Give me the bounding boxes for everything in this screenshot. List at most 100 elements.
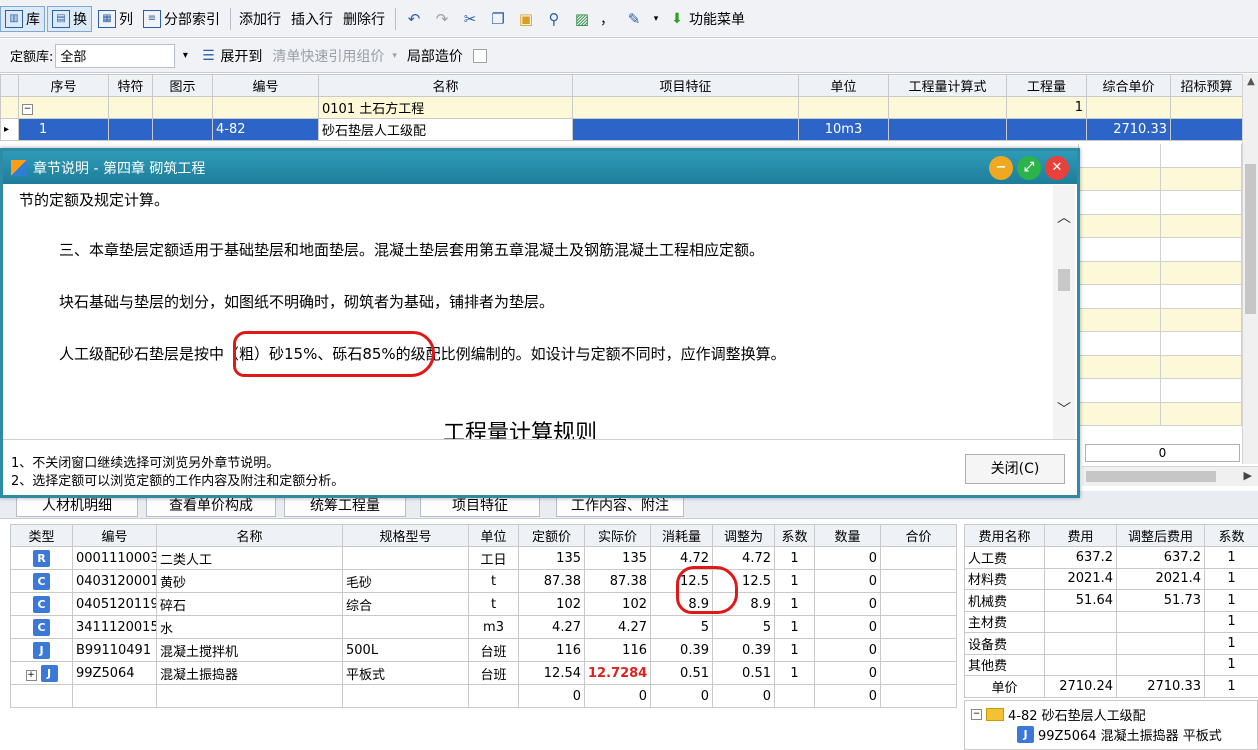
flag-cell[interactable]	[108, 118, 153, 141]
name-cell[interactable]: 混凝土振捣器	[156, 661, 343, 685]
table-row[interactable]: 人工费 637.2 637.2 1	[964, 546, 1258, 569]
consumption-cell[interactable]: 5	[650, 615, 713, 639]
minimize-icon[interactable]: −	[989, 156, 1013, 180]
column-button[interactable]: ▦ 列	[94, 6, 137, 32]
grid-horizontal-scrollbar[interactable]: ▶	[1082, 466, 1258, 486]
adjusted-fee-cell[interactable]: 2710.33	[1116, 675, 1205, 698]
tab-unit-price[interactable]: 查看单价构成	[146, 495, 276, 517]
table-row[interactable]: C 3411120015 水 m3 4.27 4.27 5 5 1 0	[10, 615, 957, 639]
header-cell[interactable]: 单位	[798, 74, 889, 97]
header-cell[interactable]: 系数	[1204, 524, 1258, 547]
coefficient-cell[interactable]: 1	[1204, 546, 1258, 569]
amount-cell[interactable]: 0	[814, 661, 881, 685]
total-price-cell[interactable]	[880, 684, 957, 708]
redo-icon[interactable]: ↷	[431, 8, 453, 30]
table-row[interactable]: + J 99Z5064 混凝土振捣器 平板式 台班 12.54 12.7284 0…	[10, 661, 957, 685]
expand-to-button[interactable]: ☰ 展开到	[195, 43, 266, 69]
header-cell[interactable]: 序号	[18, 74, 109, 97]
name-cell[interactable]: 碎石	[156, 592, 343, 616]
quick-reference-button[interactable]: 清单快速引用组价 ▾	[268, 43, 401, 69]
unit-cell[interactable]: 台班	[468, 638, 519, 662]
header-cell[interactable]: 名称	[318, 74, 573, 97]
quantity-cell[interactable]: 1	[1006, 96, 1087, 119]
coefficient-cell[interactable]: 1	[774, 615, 815, 639]
dialog-title-bar[interactable]: 章节说明 - 第四章 砌筑工程 − ⤢ ✕	[3, 151, 1077, 184]
code-cell[interactable]: B99110491	[72, 638, 157, 662]
table-row[interactable]: R 0001110003 二类人工 工日 135 135 4.72 4.72 1…	[10, 546, 957, 570]
header-cell[interactable]: 调整为	[712, 524, 775, 547]
quota-price-cell[interactable]: 116	[518, 638, 585, 662]
function-menu-button[interactable]: ⬇ 功能菜单	[664, 6, 749, 32]
name-cell[interactable]: 混凝土搅拌机	[156, 638, 343, 662]
name-cell[interactable]	[156, 684, 343, 708]
adjusted-fee-cell[interactable]	[1116, 653, 1205, 676]
header-cell[interactable]: 编号	[212, 74, 319, 97]
collapse-icon[interactable]: −	[22, 104, 33, 115]
coefficient-cell[interactable]: 1	[774, 661, 815, 685]
code-cell[interactable]	[212, 96, 319, 119]
quota-price-cell[interactable]: 0	[518, 684, 585, 708]
total-price-cell[interactable]	[880, 615, 957, 639]
header-cell[interactable]: 费用	[1044, 524, 1117, 547]
fee-cell[interactable]	[1044, 632, 1117, 655]
tab-features[interactable]: 项目特征	[420, 495, 540, 517]
adjusted-fee-cell[interactable]: 2021.4	[1116, 567, 1205, 590]
coefficient-cell[interactable]	[774, 684, 815, 708]
quota-price-cell[interactable]: 12.54	[518, 661, 585, 685]
name-cell[interactable]: 二类人工	[156, 546, 343, 570]
code-cell[interactable]: 0403120001	[72, 569, 157, 593]
table-row[interactable]: 其他费 1	[964, 653, 1258, 676]
maximize-icon[interactable]: ⤢	[1017, 156, 1041, 180]
feature-cell[interactable]	[572, 96, 799, 119]
chevron-down-icon[interactable]: ▾	[651, 8, 661, 30]
total-price-cell[interactable]	[880, 546, 957, 570]
table-row[interactable]: 机械费 51.64 51.73 1	[964, 589, 1258, 612]
adjusted-cell[interactable]: 0.39	[712, 638, 775, 662]
quota-price-cell[interactable]: 135	[518, 546, 585, 570]
unit-cell[interactable]: 工日	[468, 546, 519, 570]
copy-icon[interactable]: ❐	[487, 8, 509, 30]
formula-cell[interactable]	[888, 118, 1007, 141]
header-cell[interactable]: 单位	[468, 524, 519, 547]
code-cell[interactable]: 4-82	[212, 118, 319, 141]
header-cell[interactable]: 特符	[108, 74, 153, 97]
header-cell[interactable]: 合价	[880, 524, 957, 547]
excel-icon[interactable]: ▨	[571, 8, 593, 30]
table-row[interactable]	[1078, 332, 1242, 356]
amount-cell[interactable]: 0	[814, 592, 881, 616]
table-row[interactable]: 主材费 1	[964, 610, 1258, 633]
chevron-up-icon[interactable]: ︿	[1053, 207, 1075, 227]
coefficient-cell[interactable]: 1	[774, 569, 815, 593]
library-button[interactable]: ▥ 库	[0, 5, 45, 32]
spec-cell[interactable]: 500L	[342, 638, 469, 662]
spec-cell[interactable]: 综合	[342, 592, 469, 616]
name-cell[interactable]: 黄砂	[156, 569, 343, 593]
tree-node-child[interactable]: J 99Z5064 混凝土振捣器 平板式	[1013, 725, 1222, 744]
tree-node-root[interactable]: − 4-82 砂石垫层人工级配	[971, 705, 1146, 724]
amount-cell[interactable]: 0	[814, 569, 881, 593]
header-cell[interactable]: 编号	[72, 524, 157, 547]
budget-cell[interactable]	[1170, 96, 1243, 119]
adjusted-cell[interactable]: 5	[712, 615, 775, 639]
amount-cell[interactable]: 0	[814, 546, 881, 570]
table-row[interactable]: − 0101 土石方工程 1	[0, 96, 1243, 119]
header-cell[interactable]: 实际价	[584, 524, 651, 547]
table-row[interactable]	[1078, 191, 1242, 215]
table-row[interactable]: 设备费 1	[964, 632, 1258, 655]
scrollbar-thumb[interactable]	[1086, 471, 1216, 482]
adjusted-fee-cell[interactable]: 51.73	[1116, 589, 1205, 612]
quantity-cell[interactable]	[1006, 118, 1087, 141]
coefficient-cell[interactable]: 1	[1204, 567, 1258, 590]
diagram-cell[interactable]	[152, 96, 213, 119]
tab-quantity[interactable]: 统筹工程量	[284, 495, 406, 517]
total-price-cell[interactable]	[880, 569, 957, 593]
add-row-button[interactable]: 添加行	[235, 6, 285, 32]
adjusted-cell[interactable]: 0.51	[712, 661, 775, 685]
header-cell[interactable]: 工程量计算式	[888, 74, 1007, 97]
header-cell[interactable]: 消耗量	[650, 524, 713, 547]
table-row[interactable]	[1078, 402, 1242, 426]
cut-icon[interactable]: ✂	[459, 8, 481, 30]
table-row[interactable]	[1078, 379, 1242, 403]
actual-price-cell[interactable]: 102	[584, 592, 651, 616]
price-cell[interactable]: 2710.33	[1086, 118, 1171, 141]
